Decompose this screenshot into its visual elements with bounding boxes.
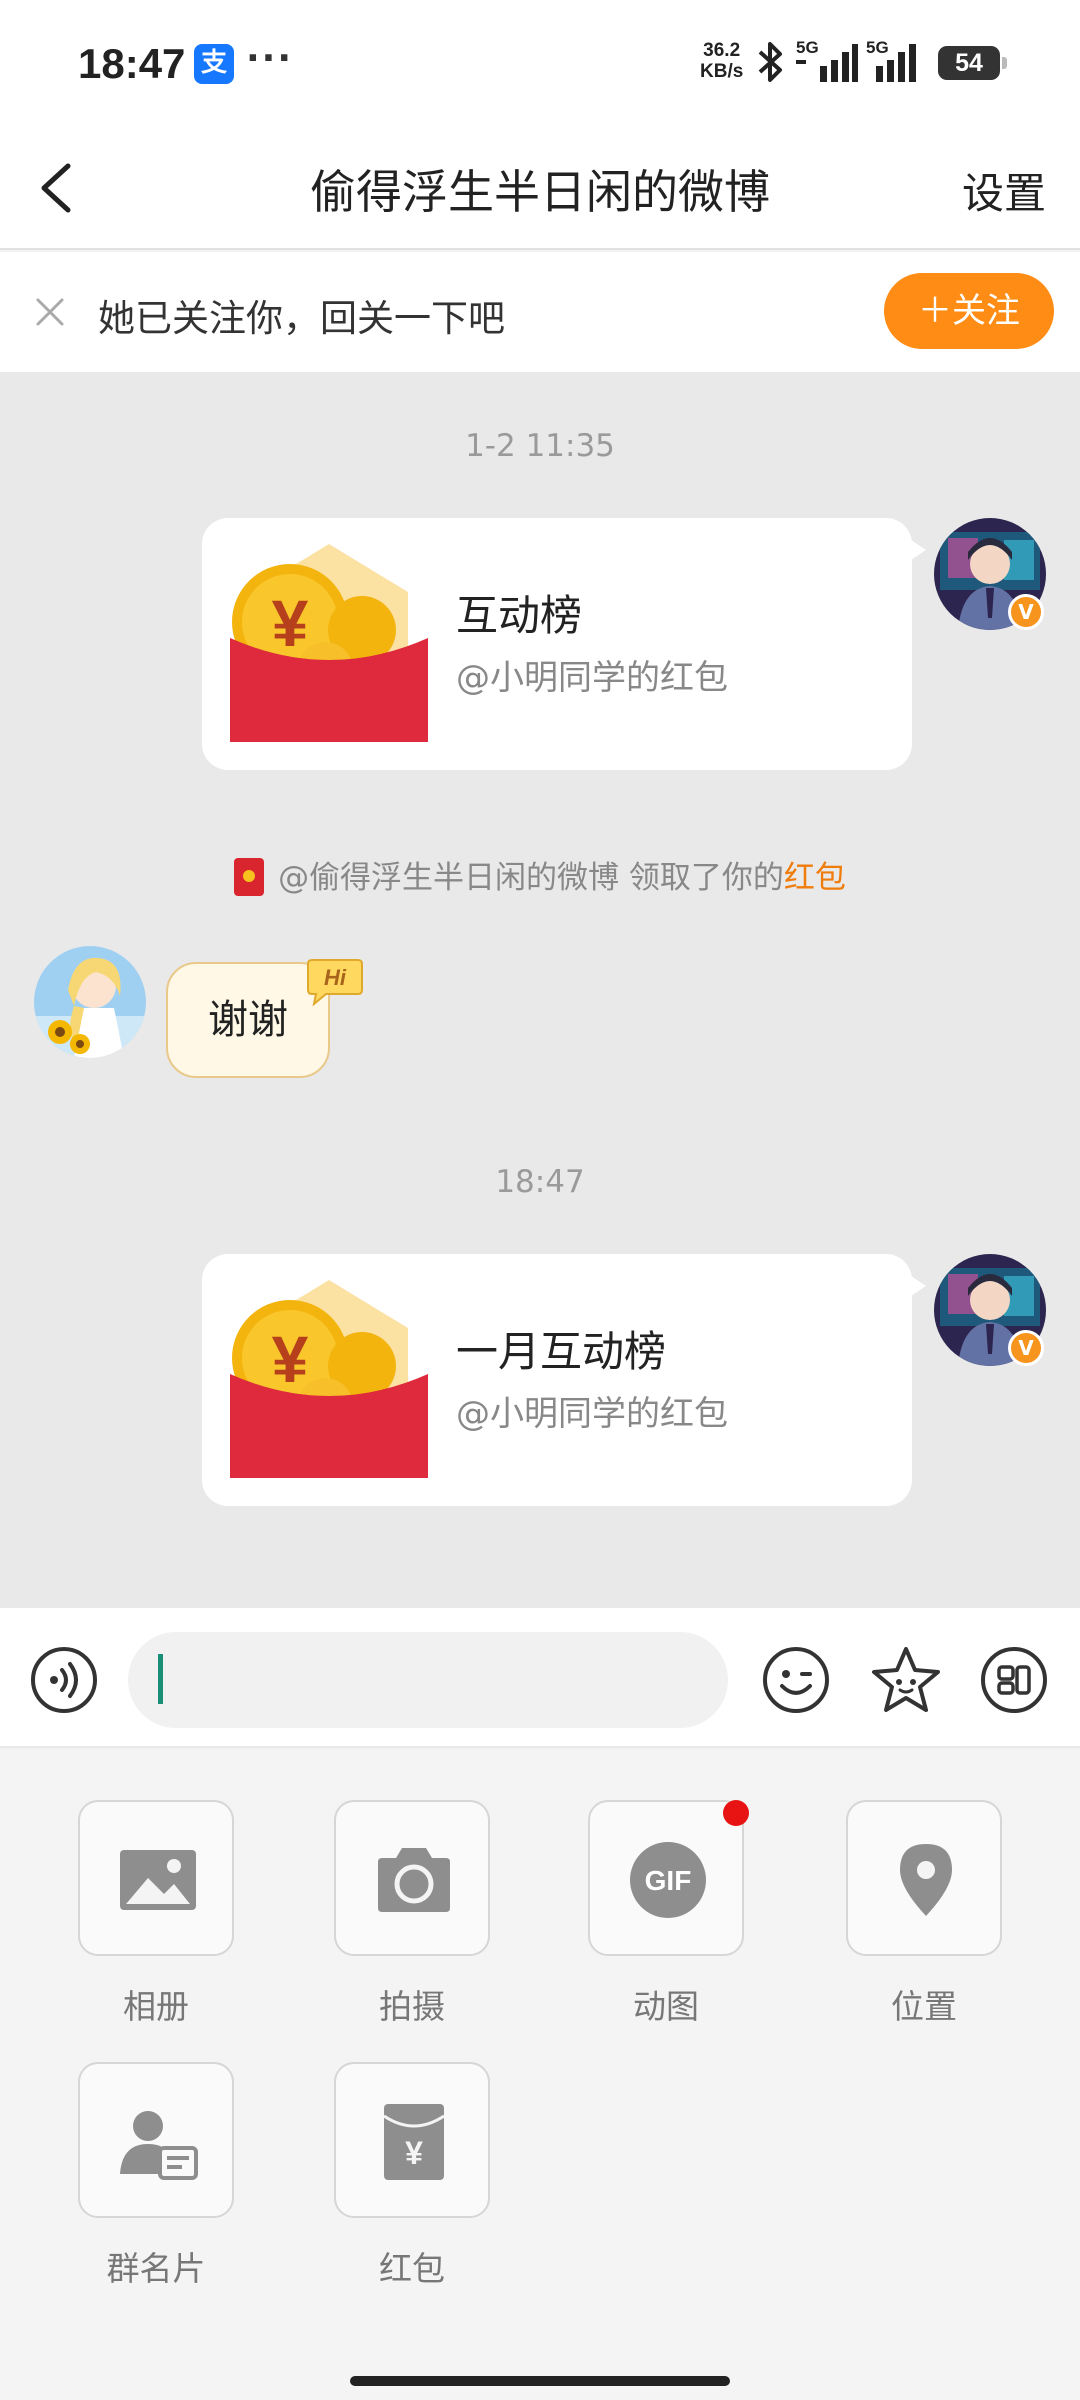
network-speed-unit: KB/s (700, 61, 744, 82)
network-speed-value: 36.2 (703, 40, 741, 61)
gif-icon: GIF (630, 1842, 706, 1918)
friend-avatar[interactable] (34, 946, 146, 1058)
chat-area[interactable]: 1-2 11:35 ¥ 互动榜 @小明同学的红包 V @偷得浮生半日闲的微博 领… (0, 372, 1080, 1608)
red-packet-card[interactable]: ¥ 互动榜 @小明同学的红包 (202, 518, 926, 770)
red-packet-subtitle: @小明同学的红包 (456, 658, 728, 698)
settings-button[interactable]: 设置 (962, 160, 1046, 221)
message-input[interactable] (128, 1632, 728, 1728)
red-packet-claim-notice: @偷得浮生半日闲的微博 领取了你的红包 (0, 852, 1080, 897)
voice-icon[interactable] (30, 1646, 98, 1714)
claim-notice-text: @偷得浮生半日闲的微博 领取了你的 (278, 860, 784, 896)
more-panel-icon[interactable] (980, 1646, 1048, 1714)
chat-header: 偷得浮生半日闲的微博 设置 (0, 128, 1080, 250)
sticker-icon[interactable] (870, 1644, 942, 1716)
more-notifications-icon: ··· (246, 38, 294, 79)
input-bar (0, 1608, 1080, 1748)
red-packet-title: 互动榜 (456, 591, 583, 640)
status-time: 18:47 (78, 40, 186, 87)
group-card-button[interactable] (78, 2062, 234, 2218)
group-card-icon (120, 2111, 198, 2180)
gif-label: 动图 (633, 1987, 699, 2026)
location-label: 位置 (891, 1987, 957, 2026)
red-packet-icon: ¥ (230, 544, 428, 742)
red-packet-title: 一月互动榜 (456, 1327, 667, 1376)
red-packet-label: 红包 (379, 2249, 445, 2288)
new-indicator-dot (723, 1800, 749, 1826)
red-packet-button[interactable]: ¥ (334, 2062, 490, 2218)
camera-icon (378, 1848, 450, 1912)
group-card-label: 群名片 (106, 2249, 206, 2288)
sim2-label: 5G (866, 38, 889, 57)
camera-label: 拍摄 (379, 1987, 445, 2026)
text-cursor (158, 1654, 163, 1704)
home-indicator[interactable] (350, 2376, 730, 2386)
bluetooth-icon (758, 42, 782, 82)
message-timestamp: 18:47 (495, 1164, 585, 1200)
album-label: 相册 (123, 1987, 189, 2026)
location-pin-icon (900, 1844, 952, 1916)
follow-suggestion-text: 她已关注你，回关一下吧 (98, 297, 505, 340)
gif-icon-text: GIF (645, 1865, 692, 1896)
alipay-notification-icon: 支 (194, 44, 234, 84)
signal-sim1-icon: 5G (796, 38, 858, 88)
red-packet-icon-text: ¥ (405, 2135, 423, 2171)
album-button[interactable] (78, 1800, 234, 1956)
photo-album-icon (120, 1850, 196, 1910)
svg-text:¥: ¥ (272, 586, 309, 660)
close-icon[interactable] (30, 292, 70, 332)
follow-suggestion-bar: 她已关注你，回关一下吧 ＋关注 (0, 252, 1080, 372)
follow-button[interactable]: ＋关注 (884, 273, 1054, 349)
camera-button[interactable] (334, 1800, 490, 1956)
verified-badge-icon: V (1008, 1330, 1044, 1366)
battery-icon: 54 (938, 46, 1007, 80)
red-packet-card[interactable]: ¥ 一月互动榜 @小明同学的红包 (202, 1254, 926, 1506)
page-title: 偷得浮生半日闲的微博 (310, 165, 770, 219)
message-timestamp: 1-2 11:35 (465, 428, 615, 464)
svg-text:¥: ¥ (272, 1322, 309, 1396)
red-packet-icon: ¥ (230, 1280, 428, 1478)
red-packet-subtitle: @小明同学的红包 (456, 1394, 728, 1434)
verified-badge-icon: V (1008, 594, 1044, 630)
claim-notice-highlight[interactable]: 红包 (784, 860, 846, 896)
status-bar: 18:47 支 ··· 36.2 KB/s 5G 5G 54 (0, 0, 1080, 128)
signal-sim2-icon: 5G (866, 38, 928, 88)
network-speed: 36.2 KB/s (700, 40, 743, 82)
red-packet-mini-icon (234, 858, 265, 896)
emoji-icon[interactable] (762, 1646, 830, 1714)
more-actions-panel: 相册 拍摄 GIF 动图 位置 群名片 ¥ 红包 (0, 1750, 1080, 2400)
red-packet-icon: ¥ (383, 2104, 445, 2180)
hi-badge-icon: Hi (307, 959, 363, 1006)
hi-badge-text: Hi (324, 965, 347, 990)
gif-button[interactable]: GIF (588, 1800, 744, 1956)
location-button[interactable] (846, 1800, 1002, 1956)
sim1-label: 5G (796, 38, 819, 57)
